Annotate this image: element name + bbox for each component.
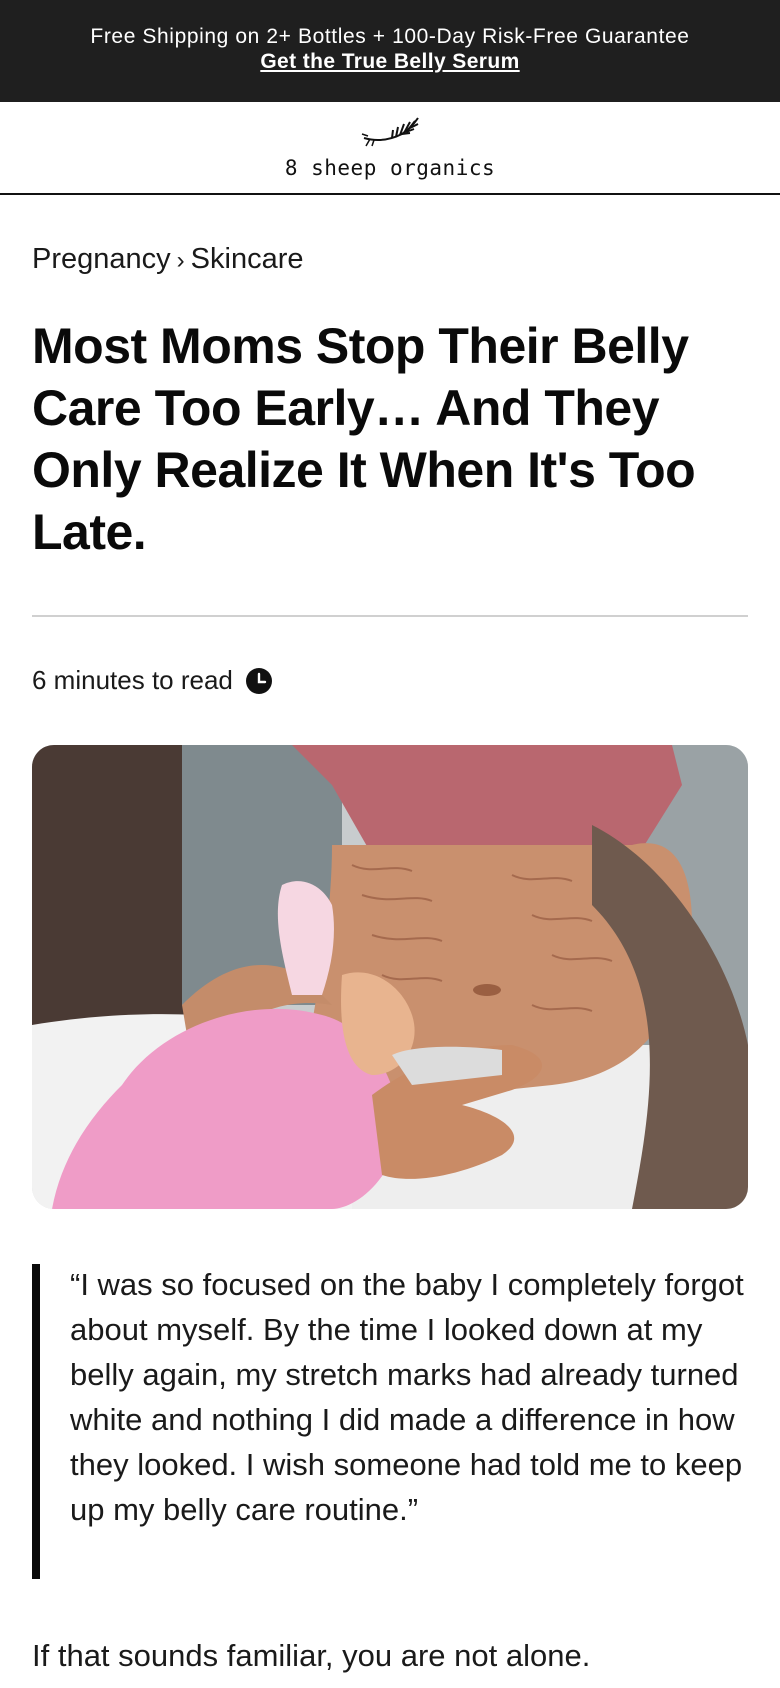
hero-photo (32, 745, 748, 1209)
read-time: 6 minutes to read (32, 665, 273, 696)
announcement-bar: Free Shipping on 2+ Bottles + 100-Day Ri… (0, 0, 780, 102)
quote-bar (32, 1264, 40, 1579)
title-divider (32, 615, 748, 617)
brand-name[interactable]: 8 sheep organics (0, 156, 780, 180)
breadcrumb: Pregnancy › Skincare (32, 243, 303, 276)
clock-icon (245, 667, 272, 694)
breadcrumb-pregnancy[interactable]: Pregnancy (32, 243, 171, 275)
quote-text: “I was so focused on the baby I complete… (70, 1267, 744, 1527)
announcement-link[interactable]: Get the True Belly Serum (260, 50, 519, 73)
article-title: Most Moms Stop Their Belly Care Too Earl… (32, 318, 696, 560)
feather-icon[interactable] (360, 116, 424, 150)
read-time-label: 6 minutes to read (32, 665, 233, 695)
breadcrumb-separator: › (176, 247, 185, 274)
testimonial-quote: “I was so focused on the baby I complete… (32, 1264, 748, 1579)
announcement-text: Free Shipping on 2+ Bottles + 100-Day Ri… (90, 25, 690, 48)
article-paragraph: If that sounds familiar, you are not alo… (32, 1638, 591, 1673)
site-header: 8 sheep organics (0, 102, 780, 195)
breadcrumb-skincare[interactable]: Skincare (191, 243, 304, 275)
